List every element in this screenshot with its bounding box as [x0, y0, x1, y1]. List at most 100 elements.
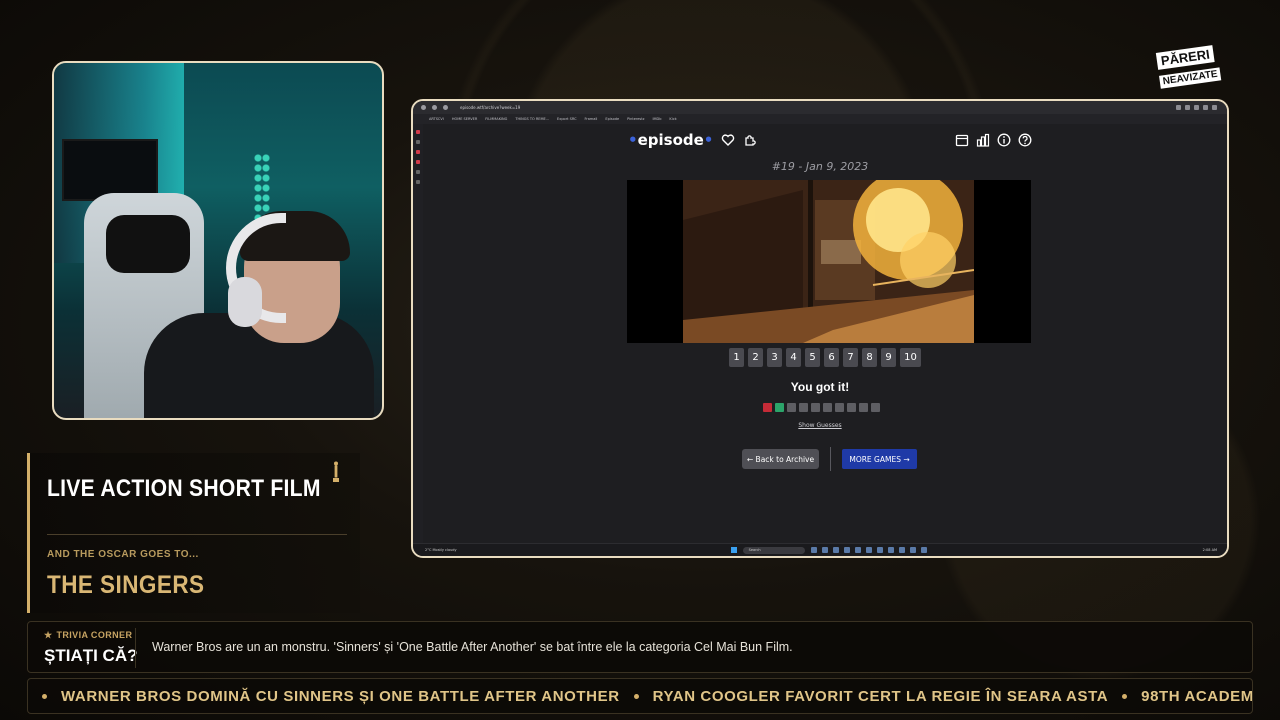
clip-button[interactable]: 2 [748, 348, 763, 367]
clip-button[interactable]: 7 [843, 348, 858, 367]
bookmark-item[interactable]: Episode [605, 117, 619, 121]
guess-box [847, 403, 856, 412]
puzzle-icon[interactable] [743, 133, 757, 147]
brand-logo-line2: NEAVIZATE [1159, 67, 1222, 89]
guess-indicators [763, 403, 880, 412]
guess-box [859, 403, 868, 412]
app-icon[interactable] [843, 547, 850, 553]
app-icon[interactable] [909, 547, 916, 553]
extension-icon[interactable] [1185, 105, 1190, 110]
news-ticker: WARNER BROS DOMINĂ CU SINNERS ȘI ONE BAT… [27, 678, 1253, 714]
address-bar[interactable]: episode.wtf/archive?week=19 [460, 105, 520, 110]
button-separator [830, 447, 831, 471]
clip-button[interactable]: 9 [881, 348, 896, 367]
bookmark-item[interactable]: Export SRC [557, 117, 577, 121]
bookmark-item[interactable]: ARTSCVI [429, 117, 444, 121]
sidebar-app-icon[interactable] [416, 150, 420, 154]
guess-box [787, 403, 796, 412]
app-icon[interactable] [832, 547, 839, 553]
back-to-archive-button[interactable]: ← Back to Archive [742, 449, 819, 469]
guess-box [775, 403, 784, 412]
browser-toolbar: episode.wtf/archive?week=19 [413, 101, 1227, 114]
bookmark-item[interactable]: Framall [585, 117, 598, 121]
background-monitor [62, 139, 158, 201]
taskbar-apps [810, 547, 927, 553]
ticker-bullet [1122, 693, 1128, 699]
more-games-button[interactable]: MORE GAMES → [842, 449, 917, 469]
heart-icon[interactable] [721, 133, 735, 147]
trivia-title: ȘTIAȚI CĂ? [44, 646, 138, 665]
trivia-tag: ★ TRIVIA CORNER [44, 630, 133, 640]
bookmark-item[interactable]: IMDb [652, 117, 661, 121]
windows-taskbar: 2°C Mostly cloudy Search 2:08 AM [413, 543, 1227, 556]
clip-button[interactable]: 5 [805, 348, 820, 367]
show-guesses-link[interactable]: Show Guesses [413, 422, 1227, 429]
guess-box [799, 403, 808, 412]
clip-button[interactable]: 3 [767, 348, 782, 367]
info-icon[interactable] [997, 133, 1011, 147]
movie-still [683, 180, 974, 343]
ticker-text: RYAN COOGLER FAVORIT CERT LA REGIE ÎN SE… [652, 687, 1109, 705]
guess-box [763, 403, 772, 412]
profile-icon[interactable] [1203, 105, 1208, 110]
windows-start-icon[interactable] [730, 547, 737, 553]
clip-button[interactable]: 1 [729, 348, 744, 367]
app-icon[interactable] [920, 547, 927, 553]
app-icon[interactable] [876, 547, 883, 553]
result-message: You got it! [790, 380, 850, 394]
help-icon[interactable] [1018, 133, 1032, 147]
ticker-text: 98TH ACADEMY AWARDS — DOLBY THEATRE, LOS… [1141, 687, 1253, 705]
extension-icon[interactable] [1176, 105, 1181, 110]
site-logo[interactable]: •episode• [628, 131, 713, 149]
system-clock[interactable]: 2:08 AM [1203, 548, 1217, 552]
trivia-divider [135, 628, 136, 668]
webcam-feed [52, 61, 384, 420]
award-kicker: AND THE OSCAR GOES TO... [47, 549, 199, 560]
menu-icon[interactable] [1212, 105, 1217, 110]
sidebar-app-icon[interactable] [416, 140, 420, 144]
app-icon[interactable] [810, 547, 817, 553]
app-icon[interactable] [854, 547, 861, 553]
clip-button[interactable]: 10 [900, 348, 921, 367]
award-winner: THE SINGERS [47, 571, 205, 599]
bookmark-item[interactable]: FILMMAKING [485, 117, 507, 121]
stats-icon[interactable] [976, 133, 990, 147]
award-caption-panel: LIVE ACTION SHORT FILM AND THE OSCAR GOE… [27, 453, 360, 613]
screen-capture: episode.wtf/archive?week=19 ARTSCVI HOME… [411, 99, 1229, 558]
calendar-icon[interactable] [955, 133, 969, 147]
sidebar-add-icon[interactable] [416, 180, 420, 184]
browser-extensions [1176, 105, 1227, 110]
bookmark-item[interactable]: THINGS TO REME... [515, 117, 549, 121]
guess-box [811, 403, 820, 412]
back-icon[interactable] [421, 105, 426, 110]
caption-divider [47, 534, 347, 535]
guess-box [835, 403, 844, 412]
ticker-bullet [633, 693, 639, 699]
sidebar-app-icon[interactable] [416, 130, 420, 134]
clip-button[interactable]: 4 [786, 348, 801, 367]
forward-icon[interactable] [432, 105, 437, 110]
video-frame [627, 180, 1031, 343]
app-icon[interactable] [821, 547, 828, 553]
bookmarks-bar: ARTSCVI HOME SERVER FILMMAKING THINGS TO… [413, 114, 1227, 124]
trivia-bar: ★ TRIVIA CORNER ȘTIAȚI CĂ? Warner Bros ar… [27, 621, 1253, 673]
brand-logo: PĂRERI NEAVIZATE [1155, 41, 1231, 90]
taskbar-search[interactable]: Search [742, 546, 805, 554]
app-icon[interactable] [898, 547, 905, 553]
clip-button[interactable]: 8 [862, 348, 877, 367]
app-icon[interactable] [887, 547, 894, 553]
oscar-statue-icon [333, 461, 339, 482]
browser-side-rail [413, 124, 423, 544]
site-nav-icons [955, 133, 1032, 147]
weather-widget[interactable]: 2°C Mostly cloudy [425, 548, 457, 552]
extension-icon[interactable] [1194, 105, 1199, 110]
star-icon: ★ [44, 630, 53, 640]
clip-button[interactable]: 6 [824, 348, 839, 367]
bookmark-item[interactable]: Kick [669, 117, 676, 121]
brand-logo-line1: PĂRERI [1155, 45, 1215, 70]
app-icon[interactable] [865, 547, 872, 553]
bookmark-item[interactable]: HOME SERVER [452, 117, 477, 121]
bookmark-item[interactable]: Pinterestz [627, 117, 644, 121]
reload-icon[interactable] [443, 105, 448, 110]
episode-date: #19 - Jan 9, 2023 [771, 160, 869, 173]
